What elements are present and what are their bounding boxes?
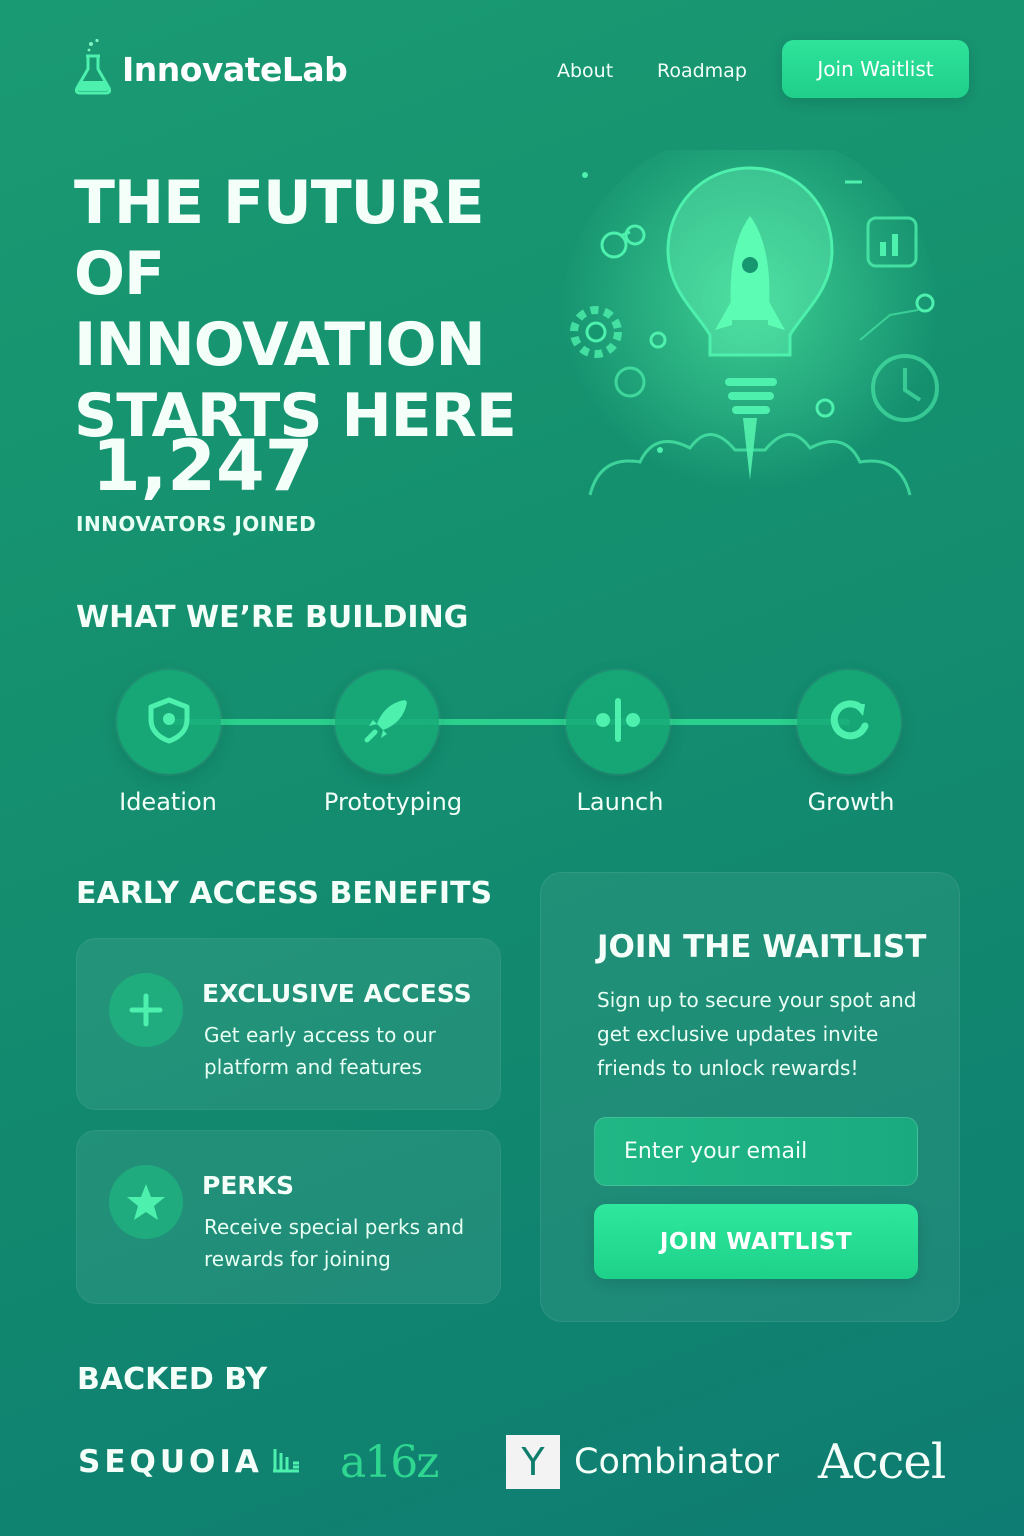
innovator-count-label: INNOVATORS JOINED [76,512,317,536]
step-growth[interactable] [797,670,901,774]
star-icon [109,1165,183,1239]
benefits-heading: EARLY ACCESS BENEFITS [76,876,493,911]
accel-logo-text: Accel [818,1434,946,1490]
step-ideation[interactable] [117,670,221,774]
step-prototyping[interactable] [335,670,439,774]
benefit-title: EXCLUSIVE ACCESS [202,979,472,1008]
roadmap-line [170,719,850,725]
hero-title-line: OF INNOVATION [74,239,486,380]
email-input[interactable] [594,1117,918,1186]
benefit-title: PERKS [202,1171,295,1200]
shield-icon [145,696,193,748]
nav-roadmap[interactable]: Roadmap [657,60,747,82]
hero-title: THE FUTURE OF INNOVATION STARTS HERE [74,168,574,452]
backer-a16z: a16z [340,1432,439,1492]
step-label-launch: Launch [576,788,664,816]
building-heading: WHAT WE’RE BUILDING [76,600,469,635]
join-waitlist-nav-button[interactable]: Join Waitlist [782,40,969,98]
step-label-growth: Growth [807,788,895,816]
plus-icon [109,973,183,1047]
brand-name: InnovateLab [122,49,348,89]
backers-heading: BACKED BY [77,1362,268,1397]
benefit-card-perks: PERKS Receive special perks and rewards … [76,1130,501,1304]
yc-logo-text: Combinator [574,1442,780,1482]
hero-title-line: THE FUTURE [74,168,485,238]
launch-icon [592,694,644,750]
backer-sequoia: SEQUOIA [78,1432,301,1492]
sequoia-logo-text: SEQUOIA [78,1444,263,1480]
sequoia-mark-icon [271,1445,301,1479]
growth-icon [823,694,875,750]
a16z-logo-text: a16z [340,1436,439,1488]
nav-about[interactable]: About [557,60,613,82]
step-label-ideation: Ideation [119,788,217,816]
flask-icon [74,38,112,100]
rocket-lightbulb-icon [560,130,980,550]
waitlist-desc: Sign up to secure your spot and get excl… [597,988,917,1080]
step-label-prototyping: Prototyping [323,788,463,816]
backer-accel: Accel [818,1432,946,1492]
brand-logo[interactable]: InnovateLab [74,38,348,100]
benefit-desc: Get early access to our platform and fea… [204,1023,436,1079]
waitlist-title: JOIN THE WAITLIST [597,929,927,965]
benefit-desc: Receive special perks and rewards for jo… [204,1215,465,1271]
rocket-icon [361,694,413,750]
yc-box: Y [506,1435,560,1489]
backer-ycombinator: Y Combinator [506,1432,779,1492]
join-waitlist-button[interactable]: JOIN WAITLIST [594,1204,918,1279]
benefit-card-exclusive: EXCLUSIVE ACCESS Get early access to our… [76,938,501,1110]
step-launch[interactable] [566,670,670,774]
innovator-count: 1,247 [92,425,314,507]
